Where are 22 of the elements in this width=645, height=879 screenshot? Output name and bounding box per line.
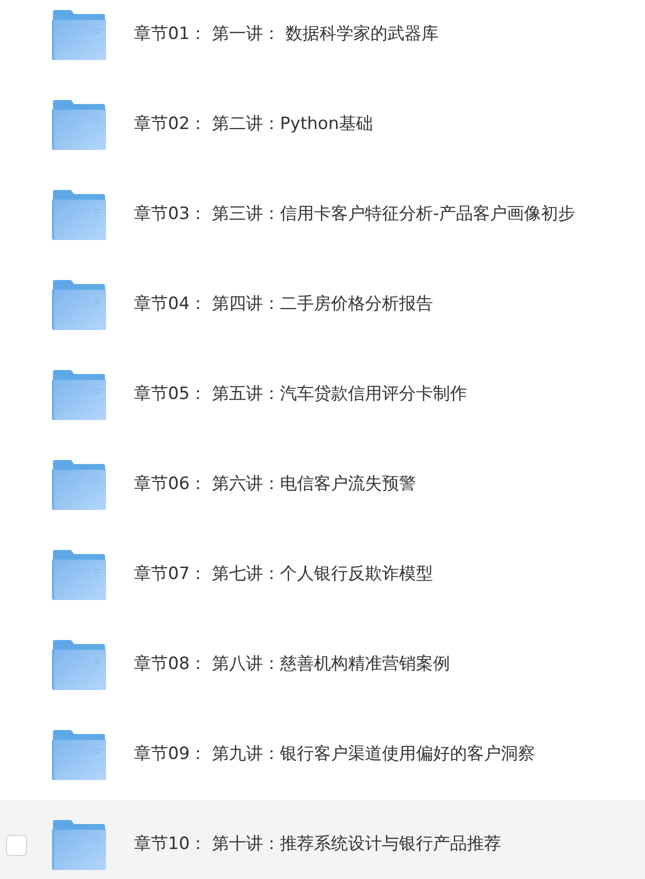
- folder-icon: [52, 10, 106, 60]
- folder-name[interactable]: 章节05： 第五讲：汽车贷款信用评分卡制作: [134, 382, 468, 408]
- folder-name[interactable]: 章节09： 第九讲：银行客户渠道使用偏好的客户洞察: [134, 742, 536, 768]
- folder-name[interactable]: 章节03： 第三讲：信用卡客户特征分析-产品客户画像初步: [134, 202, 576, 228]
- folder-icon: [52, 820, 106, 870]
- folder-name[interactable]: 章节04： 第四讲：二手房价格分析报告: [134, 292, 434, 318]
- folder-icon: [52, 190, 106, 240]
- folder-icon: [52, 640, 106, 690]
- folder-icon: [52, 100, 106, 150]
- folder-name[interactable]: 章节06： 第六讲：电信客户流失预警: [134, 472, 416, 498]
- folder-icon: [52, 550, 106, 600]
- folder-name[interactable]: 章节02： 第二讲：Python基础: [134, 112, 373, 138]
- folder-row[interactable]: 章节10： 第十讲：推荐系统设计与银行产品推荐: [0, 800, 645, 879]
- folder-icon: [52, 370, 106, 420]
- folder-name[interactable]: 章节01： 第一讲： 数据科学家的武器库: [134, 22, 438, 48]
- folder-icon: [52, 460, 106, 510]
- folder-name[interactable]: 章节07： 第七讲：个人银行反欺诈模型: [134, 562, 434, 588]
- folder-name[interactable]: 章节10： 第十讲：推荐系统设计与银行产品推荐: [134, 832, 502, 858]
- checkbox[interactable]: [6, 834, 27, 856]
- folder-icon: [52, 730, 106, 780]
- folder-name[interactable]: 章节08： 第八讲：慈善机构精准营销案例: [134, 652, 450, 678]
- folder-icon: [52, 280, 106, 330]
